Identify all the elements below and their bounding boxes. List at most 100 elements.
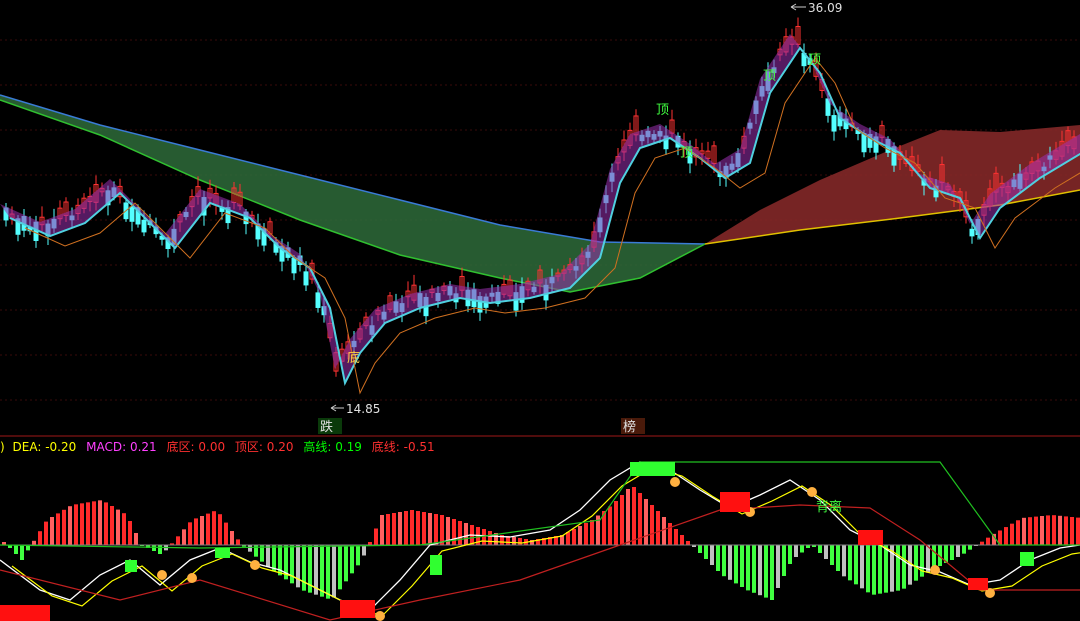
candle-body-161 [969, 228, 975, 237]
macd-bar-75 [452, 519, 456, 545]
macd-bar-18 [110, 506, 114, 545]
macd-bar-173 [1040, 516, 1044, 545]
signal-marker-6 [807, 487, 817, 497]
macd-bar-145 [872, 545, 876, 595]
legend-bottom-zone-label: 底区: [167, 439, 195, 454]
macd-bar-17 [104, 502, 108, 545]
macd-bar-81 [488, 531, 492, 545]
red-zone-block-2 [720, 492, 750, 512]
signal-marker-0 [157, 570, 167, 580]
legend-macd-label: MACD: [86, 440, 126, 454]
dif-line [0, 461, 1080, 611]
macd-bar-96 [578, 526, 582, 545]
macd-bar-127 [764, 545, 768, 598]
macd-bar-159 [956, 545, 960, 557]
high-line [0, 461, 1080, 549]
macd-bar-59 [356, 545, 360, 566]
macd-bar-95 [572, 529, 576, 545]
macd-bar-107 [644, 499, 648, 545]
macd-bar-80 [482, 529, 486, 545]
macd-bar-5 [32, 540, 36, 545]
top-mark-2: 顶 [680, 146, 693, 161]
green-zone-block-1 [125, 560, 137, 572]
macd-bar-114 [686, 541, 690, 545]
candle-body-143 [861, 133, 867, 153]
macd-bar-72 [434, 514, 438, 545]
macd-bar-169 [1016, 520, 1020, 545]
macd-bar-31 [188, 522, 192, 545]
green-zone-block-0 [630, 462, 675, 476]
macd-bar-34 [206, 513, 210, 545]
macd-bar-32 [194, 518, 198, 545]
macd-bar-25 [152, 545, 156, 551]
macd-bar-39 [236, 539, 240, 545]
macd-bar-94 [566, 532, 570, 545]
candle-body-48 [291, 257, 297, 274]
red-zone-block-0 [0, 605, 50, 621]
macd-bar-53 [320, 545, 324, 597]
macd-bar-14 [86, 502, 90, 545]
macd-bar-64 [386, 514, 390, 545]
macd-bar-138 [830, 545, 834, 565]
macd-bar-50 [302, 545, 306, 591]
macd-bar-164 [986, 537, 990, 545]
macd-bar-137 [824, 545, 828, 559]
macd-bar-102 [614, 501, 618, 545]
grid-lines [0, 39, 1080, 401]
macd-bar-112 [674, 529, 678, 545]
macd-bar-67 [404, 511, 408, 545]
macd-bar-117 [704, 545, 708, 559]
macd-bar-158 [950, 545, 954, 560]
candle-body-21 [129, 206, 135, 222]
macd-bar-57 [344, 545, 348, 582]
macd-bar-48 [290, 545, 294, 584]
macd-bar-36 [218, 514, 222, 545]
macd-bar-124 [746, 545, 750, 591]
high-annotation: 36.09 [790, 1, 842, 15]
macd-bar-141 [848, 545, 852, 581]
macd-bar-49 [296, 545, 300, 588]
macd-bar-26 [158, 545, 162, 554]
macd-bar-152 [914, 545, 918, 581]
macd-bar-19 [116, 509, 120, 545]
macd-bar-113 [680, 535, 684, 545]
macd-bar-160 [962, 545, 966, 554]
macd-bar-161 [968, 545, 972, 550]
macd-bar-103 [620, 495, 624, 545]
macd-bar-105 [632, 487, 636, 545]
legend-top-zone-label: 顶区: [235, 440, 263, 454]
macd-bar-170 [1022, 517, 1026, 545]
moving-average-bands [0, 94, 1080, 293]
macd-bar-104 [626, 489, 630, 545]
macd-bar-175 [1052, 515, 1056, 545]
macd-bar-58 [350, 545, 354, 574]
macd-bar-68 [410, 510, 414, 545]
candle-body-52 [315, 292, 321, 308]
macd-bar-6 [38, 531, 42, 545]
macd-bar-150 [902, 545, 906, 589]
macd-bar-143 [860, 545, 864, 589]
macd-bar-129 [776, 545, 780, 588]
low-label: 14.85 [346, 402, 380, 416]
macd-bar-41 [248, 545, 252, 552]
macd-bar-139 [836, 545, 840, 571]
top-mark-4: 顶 [808, 53, 821, 68]
macd-bar-70 [422, 512, 426, 545]
macd-bar-73 [440, 515, 444, 545]
macd-bar-56 [338, 545, 342, 590]
macd-bar-85 [512, 537, 516, 545]
macd-bar-149 [896, 545, 900, 591]
macd-legend: ) DEA: -0.20 MACD: 0.21 底区: 0.00 顶区: 0.2… [0, 439, 435, 454]
macd-bar-126 [758, 545, 762, 596]
macd-bar-13 [80, 503, 84, 545]
macd-bar-35 [212, 511, 216, 545]
macd-bar-123 [740, 545, 744, 587]
legend-dea-label: DEA: [13, 440, 42, 454]
macd-bar-15 [92, 501, 96, 545]
macd-bar-63 [380, 515, 384, 545]
signal-marker-3 [375, 611, 385, 621]
macd-bar-119 [716, 545, 720, 571]
macd-bar-130 [782, 545, 786, 576]
macd-bar-29 [176, 536, 180, 545]
high-label: 36.09 [808, 1, 842, 15]
